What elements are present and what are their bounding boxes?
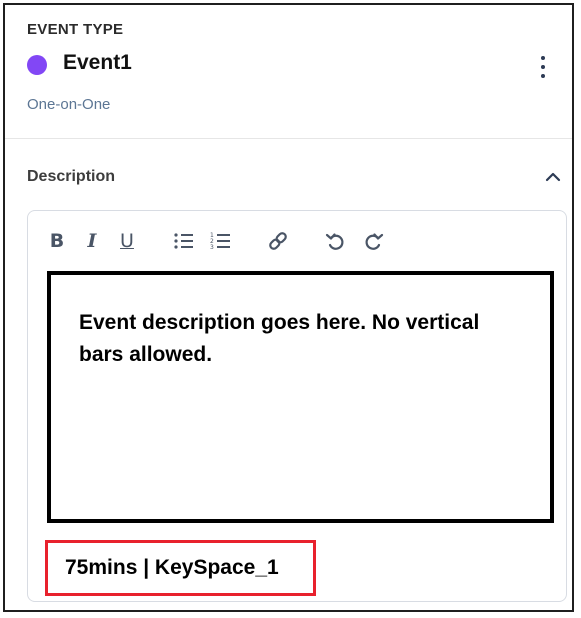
redo-icon[interactable] bbox=[363, 229, 385, 253]
kebab-menu-icon[interactable] bbox=[533, 53, 553, 81]
event-type-label: EVENT TYPE bbox=[27, 21, 124, 38]
underline-icon[interactable]: U bbox=[117, 229, 137, 253]
description-heading: Description bbox=[27, 168, 116, 185]
event-color-dot bbox=[27, 55, 47, 75]
kebab-dot bbox=[541, 56, 545, 60]
kebab-dot bbox=[541, 74, 545, 78]
section-divider bbox=[5, 138, 572, 139]
bold-icon[interactable]: B bbox=[47, 229, 67, 253]
description-text-area[interactable]: Event description goes here. No vertical… bbox=[47, 271, 554, 523]
chevron-up-icon[interactable] bbox=[542, 166, 564, 188]
duration-location-label: 75mins | KeySpace_1 bbox=[45, 540, 316, 596]
svg-text:3: 3 bbox=[210, 244, 214, 251]
bulleted-list-icon[interactable] bbox=[173, 229, 195, 253]
undo-icon[interactable] bbox=[324, 229, 346, 253]
event-name: Event1 bbox=[63, 51, 132, 74]
numbered-list-icon[interactable]: 1 2 3 bbox=[210, 229, 232, 253]
kebab-dot bbox=[541, 65, 545, 69]
link-icon[interactable] bbox=[267, 229, 289, 253]
event-details-panel: EVENT TYPE Event1 One-on-One Description… bbox=[3, 3, 574, 612]
description-text: Event description goes here. No vertical… bbox=[79, 311, 480, 366]
italic-icon[interactable]: I bbox=[82, 229, 102, 253]
event-subtype: One-on-One bbox=[27, 96, 111, 113]
duration-location-text: 75mins | KeySpace_1 bbox=[65, 556, 279, 579]
